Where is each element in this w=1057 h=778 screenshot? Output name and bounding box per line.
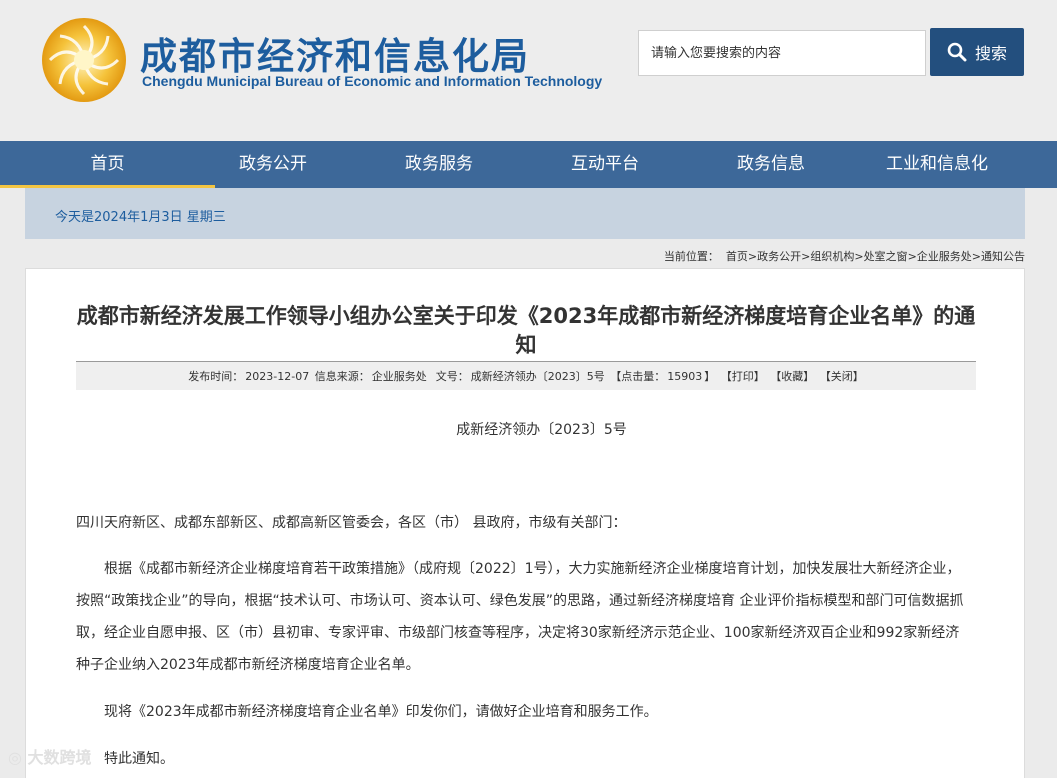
publish-date: 2023-12-07 (245, 370, 310, 383)
favorite-link[interactable]: 【收藏】 (770, 370, 814, 383)
closing-paragraph: 特此通知。 (104, 751, 174, 767)
docno-label: 文号： (435, 370, 469, 383)
site-subtitle-en: Chengdu Municipal Bureau of Economic and… (142, 73, 603, 89)
hits-label: 【点击量： (610, 370, 666, 383)
breadcrumb-item-home[interactable]: 首页 (726, 250, 748, 263)
breadcrumb-separator: > (907, 250, 917, 263)
breadcrumb-separator: > (747, 250, 758, 263)
date-bar: 今天是2024年1月3日 星期三 (25, 188, 1025, 239)
nav-item-gov-services[interactable]: 政务服务 (331, 141, 547, 188)
article-meta: 发布时间： 2023-12-07 信息来源： 企业服务处 文号： 成新经济领办〔202… (76, 362, 976, 390)
article-container: 成都市新经济发展工作领导小组办公室关于印发《2023年成都市新经济梯度培育企业名… (25, 268, 1025, 778)
breadcrumb-item-org[interactable]: 组织机构 (810, 250, 854, 263)
watermark-text: 大数跨境 (27, 748, 92, 767)
issue-paragraph: 现将《2023年成都市新经济梯度培育企业名单》印发你们，请做好企业培育和服务工作… (104, 704, 658, 720)
search-button[interactable]: 搜索 (930, 28, 1024, 76)
site-title: 成都市经济和信息化局 (140, 35, 530, 78)
close-link[interactable]: 【关闭】 (820, 370, 864, 383)
bureau-logo-icon[interactable] (40, 16, 128, 104)
nav-item-home[interactable]: 首页 (0, 141, 215, 188)
search-icon (947, 42, 967, 62)
search-input[interactable] (638, 30, 926, 76)
docno-value: 成新经济领办〔2023〕5号 (470, 370, 605, 383)
today-date: 今天是2024年1月3日 星期三 (55, 210, 226, 225)
watermark: ◎ 大数跨境 (8, 744, 92, 768)
breadcrumb-item-dept-window[interactable]: 处室之窗 (864, 250, 908, 263)
breadcrumb-separator: > (971, 250, 981, 263)
main-paragraph: 根据《成都市新经济企业梯度培育若干政策措施》（成府规〔2022〕1号），大力实施… (76, 561, 964, 673)
breadcrumb: 当前位置： 首页>政务公开>组织机构>处室之窗>企业服务处>通知公告 (664, 248, 1025, 264)
nav-item-gov-affairs-public[interactable]: 政务公开 (215, 141, 331, 188)
breadcrumb-separator: > (854, 250, 864, 263)
hits-count: 15903 (667, 370, 703, 383)
source-label: 信息来源： (314, 370, 370, 383)
nav-item-gov-info[interactable]: 政务信息 (663, 141, 879, 188)
publish-label: 发布时间： (188, 370, 244, 383)
nav-item-industry-it[interactable]: 工业和信息化 (879, 141, 995, 188)
watermark-icon: ◎ (8, 748, 28, 767)
hits-close: 】 (704, 370, 716, 383)
site-header: 成都市经济和信息化局 Chengdu Municipal Bureau of E… (0, 0, 1057, 141)
search-button-label: 搜索 (974, 44, 1007, 63)
breadcrumb-item-enterprise-service[interactable]: 企业服务处 (917, 250, 972, 263)
article-title: 成都市新经济发展工作领导小组办公室关于印发《2023年成都市新经济梯度培育企业名… (76, 304, 976, 357)
source-value: 企业服务处 (371, 370, 427, 383)
document-number: 成新经济领办〔2023〕5号 (456, 422, 627, 438)
breadcrumb-item-notices[interactable]: 通知公告 (981, 250, 1025, 263)
breadcrumb-separator: > (801, 250, 811, 263)
main-nav: 首页 政务公开 政务服务 互动平台 政务信息 工业和信息化 (0, 141, 1057, 188)
print-link[interactable]: 【打印】 (721, 370, 765, 383)
addressee-paragraph: 四川天府新区、成都东部新区、成都高新区管委会，各区（市） 县政府，市级有关部门： (76, 515, 627, 531)
breadcrumb-label: 当前位置： (663, 250, 719, 263)
breadcrumb-item-gov-public[interactable]: 政务公开 (757, 250, 801, 263)
nav-item-interactive-platform[interactable]: 互动平台 (547, 141, 663, 188)
